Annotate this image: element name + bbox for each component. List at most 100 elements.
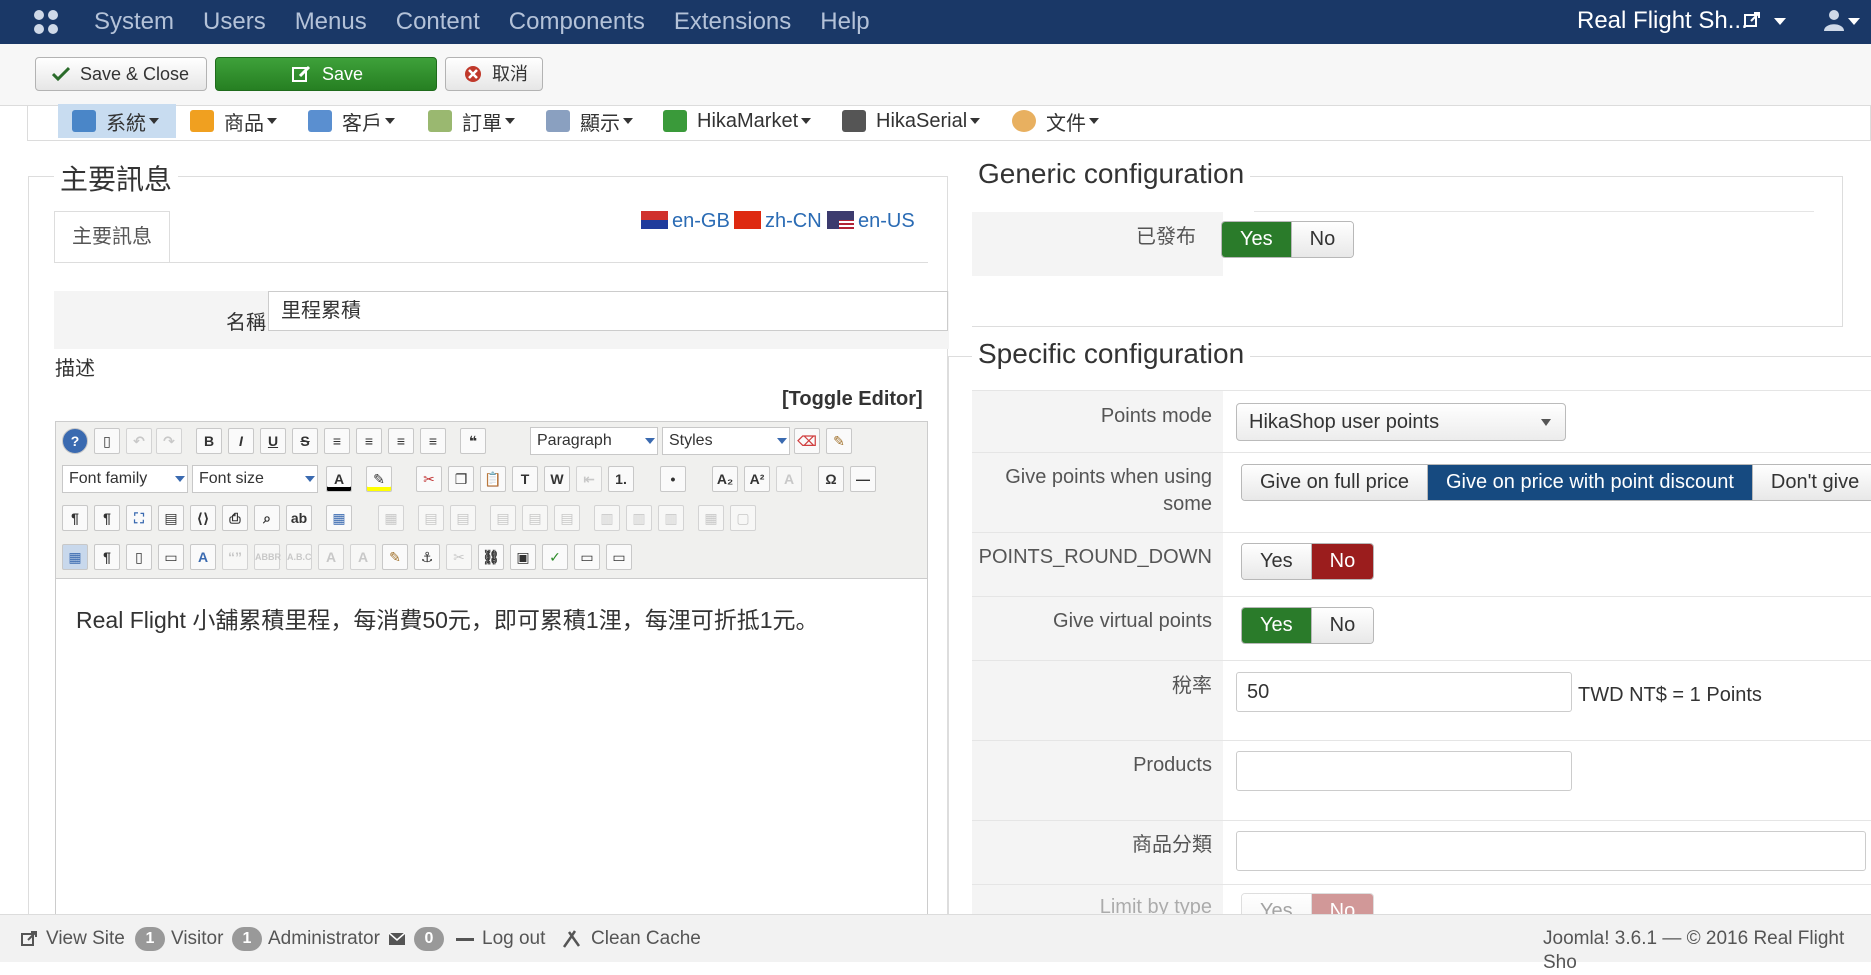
visual-aid-icon[interactable]: ▦ — [62, 544, 88, 570]
menu-menus[interactable]: Menus — [295, 0, 367, 44]
admin-link[interactable]: 1 Administrator — [232, 927, 380, 951]
col-delete-icon[interactable]: ▥ — [658, 505, 684, 531]
table-icon[interactable]: ▦ — [326, 505, 352, 531]
col-after-icon[interactable]: ▥ — [626, 505, 652, 531]
user-dropdown-caret-icon[interactable] — [1848, 18, 1860, 25]
template-icon[interactable]: ▤ — [158, 505, 184, 531]
give-full-price-option[interactable]: Give on full price — [1242, 465, 1427, 500]
hika-menu-hikaserial[interactable]: HikaSerial — [842, 104, 981, 138]
hika-menu-hikamarket[interactable]: HikaMarket — [663, 104, 812, 138]
virtual-yes-option[interactable]: Yes — [1242, 608, 1311, 643]
cite-icon[interactable]: “” — [222, 544, 248, 570]
acronym-icon[interactable]: A.B.C — [286, 544, 312, 570]
hika-menu-docs[interactable]: 文件 — [1012, 104, 1099, 138]
attributes-icon[interactable]: ✎ — [382, 544, 408, 570]
page-break-icon[interactable]: ▭ — [158, 544, 184, 570]
cancel-button[interactable]: 取消 — [445, 57, 543, 91]
undo-icon[interactable]: ↶ — [126, 428, 152, 454]
bold-icon[interactable]: B — [196, 428, 222, 454]
lang-link-zh-cn[interactable]: zh-CN — [734, 210, 822, 233]
layer-icon[interactable]: ▭ — [574, 544, 600, 570]
row-delete-icon[interactable]: ▤ — [554, 505, 580, 531]
paragraph-format-select[interactable]: Paragraph — [530, 427, 658, 455]
site-title-link[interactable]: Real Flight Sh... — [1577, 0, 1748, 42]
messages-link[interactable]: 0 — [388, 927, 450, 951]
abbr-icon[interactable]: ABBR — [254, 544, 281, 570]
col-before-icon[interactable]: ▥ — [594, 505, 620, 531]
site-dropdown-caret-icon[interactable] — [1774, 18, 1786, 25]
external-link-icon[interactable] — [1743, 11, 1761, 34]
styles-select[interactable]: Styles — [662, 427, 790, 455]
italic-icon[interactable]: I — [228, 428, 254, 454]
menu-help[interactable]: Help — [820, 0, 869, 44]
search-icon[interactable]: ⌕ — [254, 505, 280, 531]
visitor-link[interactable]: 1 Visitor — [135, 927, 223, 951]
hika-menu-system[interactable]: 系統 — [58, 104, 176, 138]
replace-icon[interactable]: ab — [286, 505, 312, 531]
redo-icon[interactable]: ↷ — [156, 428, 182, 454]
paste-word-icon[interactable]: W — [544, 466, 570, 492]
spellcheck-icon[interactable]: ✓ — [542, 544, 568, 570]
menu-users[interactable]: Users — [203, 0, 266, 44]
help-icon[interactable]: ? — [62, 428, 88, 454]
special-char-icon[interactable]: Ω — [818, 466, 844, 492]
published-no-option[interactable]: No — [1290, 222, 1354, 257]
menu-components[interactable]: Components — [509, 0, 645, 44]
user-icon[interactable] — [1824, 9, 1844, 36]
hika-menu-orders[interactable]: 訂單 — [428, 104, 515, 138]
row-props-icon[interactable]: ▤ — [490, 505, 516, 531]
products-input[interactable] — [1236, 751, 1572, 791]
font-family-select[interactable]: Font family — [62, 465, 188, 493]
menu-extensions[interactable]: Extensions — [674, 0, 791, 44]
clean-cache-link[interactable]: Clean Cache — [561, 927, 701, 951]
link-icon[interactable]: ⛓ — [478, 544, 504, 570]
layout-icon[interactable]: ▭ — [606, 544, 632, 570]
styles-panel-icon[interactable]: A — [190, 544, 216, 570]
menu-system[interactable]: System — [94, 0, 174, 44]
code-icon[interactable]: ⟨⟩ — [190, 505, 216, 531]
split-cells-icon[interactable]: ▦ — [698, 505, 724, 531]
new-document-icon[interactable]: ▯ — [94, 428, 120, 454]
round-down-no-option[interactable]: No — [1310, 544, 1374, 579]
eraser-icon[interactable]: ⌫ — [794, 428, 820, 454]
hika-menu-products[interactable]: 商品 — [190, 104, 277, 138]
superscript-icon[interactable]: A² — [744, 466, 770, 492]
row-before-icon[interactable]: ▤ — [418, 505, 444, 531]
joomla-logo-icon[interactable] — [30, 6, 62, 38]
paste-text-icon[interactable]: T — [512, 466, 538, 492]
unlink-icon[interactable]: ✂ — [446, 544, 472, 570]
view-site-link[interactable]: View Site — [20, 927, 125, 951]
anchor-icon[interactable]: ⚓ — [414, 544, 440, 570]
save-button[interactable]: Save — [215, 57, 437, 91]
dont-give-option[interactable]: Don't give — [1751, 465, 1871, 500]
font-size-select[interactable]: Font size — [192, 465, 318, 493]
image-icon[interactable]: ▣ — [510, 544, 536, 570]
insert-text-icon[interactable]: A — [350, 544, 376, 570]
horizontal-rule-icon[interactable]: — — [850, 466, 876, 492]
hika-menu-display[interactable]: 顯示 — [546, 104, 633, 138]
tab-main-info[interactable]: 主要訊息 — [54, 211, 170, 263]
align-right-icon[interactable]: ≡ — [420, 428, 446, 454]
fullscreen-icon[interactable]: ⛶ — [126, 505, 152, 531]
outdent-icon[interactable]: ⇤ — [576, 466, 602, 492]
give-discount-price-option[interactable]: Give on price with point discount — [1426, 465, 1752, 500]
blockquote-icon[interactable]: ❝ — [460, 428, 486, 454]
cleanup-broom-icon[interactable]: ✎ — [826, 428, 852, 454]
table-delete-icon[interactable]: ▦ — [378, 505, 404, 531]
toggle-editor-link[interactable]: [Toggle Editor] — [782, 388, 923, 411]
show-blocks-icon[interactable]: ¶ — [94, 544, 120, 570]
strikethrough-icon[interactable]: S — [292, 428, 318, 454]
rate-input[interactable]: 50 — [1236, 672, 1572, 712]
delete-text-icon[interactable]: A — [318, 544, 344, 570]
row-insert-icon[interactable]: ▤ — [522, 505, 548, 531]
text-color-icon[interactable]: A — [326, 466, 352, 492]
subscript-icon[interactable]: A₂ — [712, 466, 738, 492]
editor-content-text[interactable]: Real Flight 小舖累積里程，每消費50元，即可累積1浬，每浬可折抵1元… — [76, 601, 819, 635]
menu-content[interactable]: Content — [396, 0, 480, 44]
paste-icon[interactable]: 📋 — [480, 466, 506, 492]
align-left-icon[interactable]: ≡ — [388, 428, 414, 454]
underline-icon[interactable]: U — [260, 428, 286, 454]
row-after-icon[interactable]: ▤ — [450, 505, 476, 531]
cut-icon[interactable]: ✂ — [416, 466, 442, 492]
align-justify-icon[interactable]: ≡ — [324, 428, 350, 454]
